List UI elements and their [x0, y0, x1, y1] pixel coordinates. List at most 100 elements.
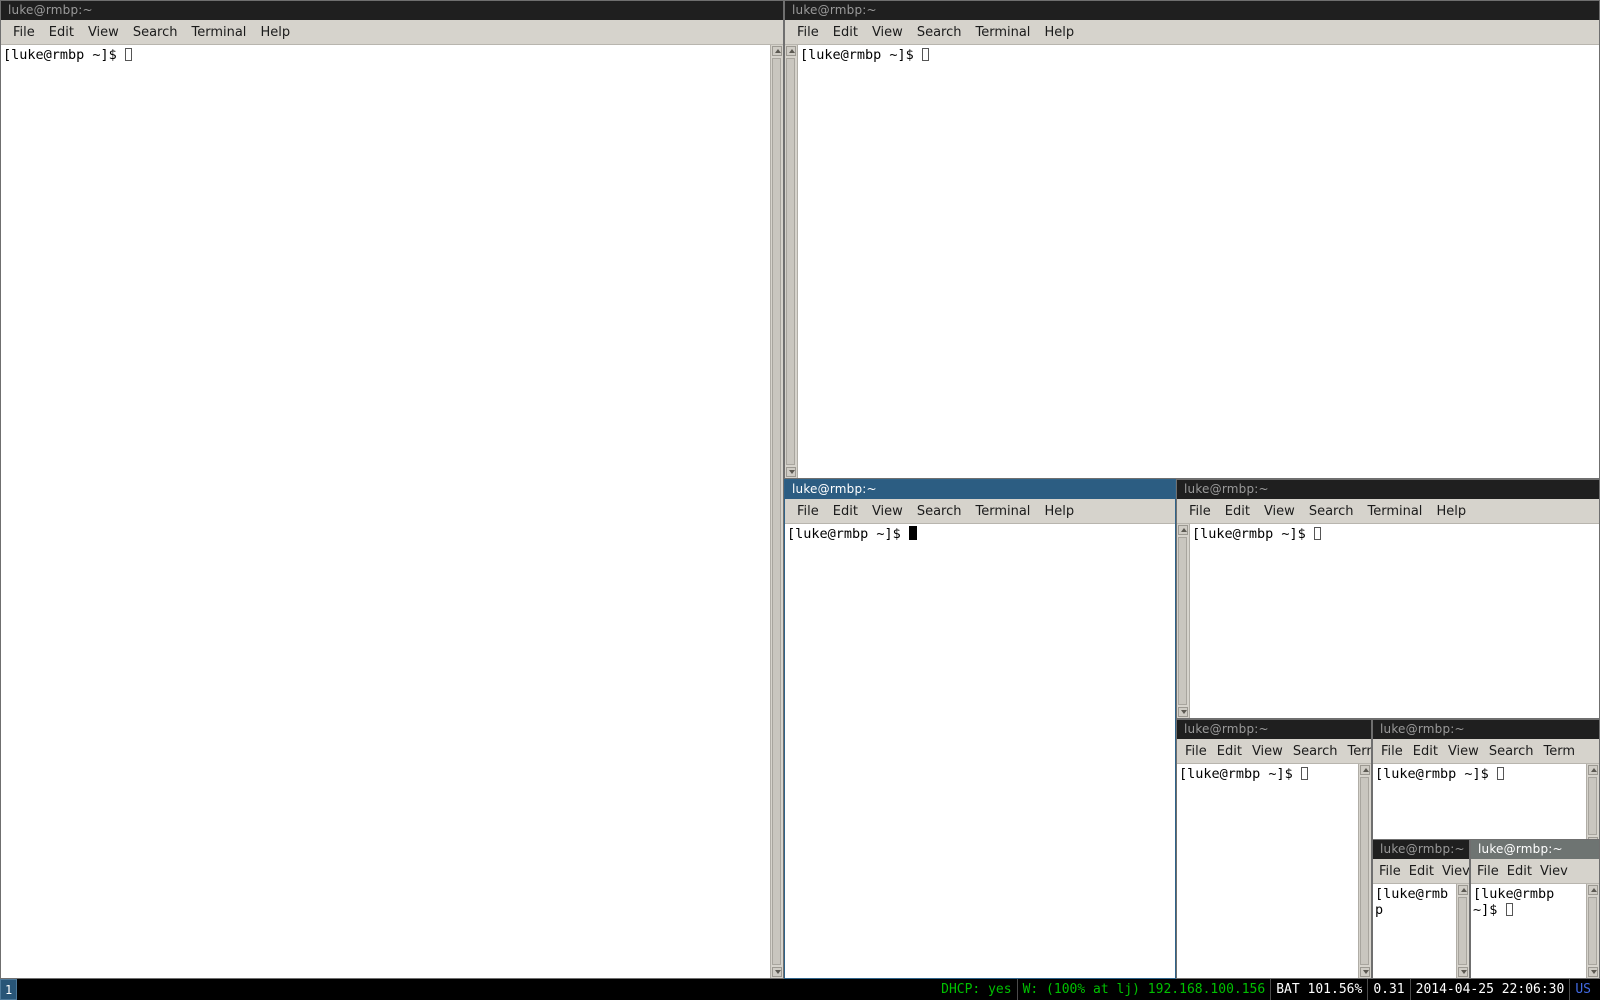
window-titlebar[interactable]: luke@rmbp:~ [1373, 840, 1469, 859]
menu-bar[interactable]: File Edit View Search Term [1177, 739, 1371, 764]
menu-bar[interactable]: File Edit View Search Term [1373, 739, 1599, 764]
menu-item-edit[interactable]: Edit [833, 504, 858, 519]
menu-item-file[interactable]: File [1477, 864, 1499, 879]
scroll-up-icon[interactable] [1588, 765, 1598, 775]
menu-bar[interactable]: File Edit View Search Terminal Help [1177, 499, 1599, 524]
menu-item-edit[interactable]: Edit [1217, 744, 1242, 759]
scroll-up-icon[interactable] [786, 46, 796, 56]
scroll-down-icon[interactable] [1360, 967, 1370, 977]
terminal-scrollbar[interactable] [1177, 524, 1190, 718]
scrollbar-thumb[interactable] [1178, 537, 1187, 705]
menu-item-terminal[interactable]: Terminal [191, 25, 246, 40]
window-titlebar[interactable]: luke@rmbp:~ [1177, 720, 1371, 739]
menu-item-search[interactable]: Search [1489, 744, 1534, 759]
window-titlebar[interactable]: luke@rmbp:~ [1471, 840, 1599, 859]
scrollbar-thumb[interactable] [1360, 777, 1369, 965]
menu-bar[interactable]: File Edit View Search Terminal Help [1, 20, 783, 45]
scroll-up-icon[interactable] [1178, 525, 1188, 535]
window-titlebar[interactable]: luke@rmbp:~ [785, 480, 1175, 499]
menu-item-search[interactable]: Search [1309, 504, 1354, 519]
menu-item-view[interactable]: Viev [1540, 864, 1568, 879]
menu-item-search[interactable]: Search [917, 25, 962, 40]
menu-item-view[interactable]: View [1252, 744, 1283, 759]
menu-item-view[interactable]: View [872, 504, 903, 519]
menu-item-edit[interactable]: Edit [1225, 504, 1250, 519]
scrollbar-thumb[interactable] [1588, 777, 1597, 835]
menu-item-view[interactable]: View [88, 25, 119, 40]
terminal-window-3-focused[interactable]: luke@rmbp:~ File Edit View Search Termin… [784, 479, 1176, 979]
scroll-down-icon[interactable] [786, 467, 796, 477]
scroll-up-icon[interactable] [1458, 885, 1468, 895]
scrollbar-thumb[interactable] [772, 58, 781, 965]
menu-item-view[interactable]: View [1264, 504, 1295, 519]
scrollbar-thumb[interactable] [786, 58, 795, 465]
scroll-up-icon[interactable] [772, 46, 782, 56]
terminal-window-7[interactable]: luke@rmbp:~ File Edit Viev [luke@rmbp [1372, 839, 1470, 979]
terminal-output[interactable]: [luke@rmbp ~]$ [1373, 764, 1586, 848]
menu-item-view[interactable]: View [872, 25, 903, 40]
window-titlebar[interactable]: luke@rmbp:~ [785, 1, 1599, 20]
terminal-window-5[interactable]: luke@rmbp:~ File Edit View Search Term [… [1176, 719, 1372, 979]
terminal-body[interactable]: [luke@rmbp [1373, 884, 1469, 978]
terminal-output[interactable]: [luke@rmbp ~]$ [1190, 524, 1599, 718]
menu-bar[interactable]: File Edit Viev [1471, 859, 1599, 884]
menu-item-edit[interactable]: Edit [1409, 864, 1434, 879]
menu-item-view[interactable]: Viev [1442, 864, 1469, 879]
menu-item-terminal[interactable]: Term [1543, 744, 1575, 759]
scroll-down-icon[interactable] [772, 967, 782, 977]
menu-item-file[interactable]: File [13, 25, 35, 40]
scroll-down-icon[interactable] [1178, 707, 1188, 717]
menu-item-terminal[interactable]: Terminal [975, 504, 1030, 519]
scroll-down-icon[interactable] [1588, 967, 1598, 977]
menu-item-terminal[interactable]: Term [1347, 744, 1371, 759]
terminal-body[interactable]: [luke@rmbp ~]$ [1177, 764, 1371, 978]
menu-item-terminal[interactable]: Terminal [975, 25, 1030, 40]
menu-bar[interactable]: File Edit Viev [1373, 859, 1469, 884]
terminal-window-4[interactable]: luke@rmbp:~ File Edit View Search Termin… [1176, 479, 1600, 719]
terminal-scrollbar[interactable] [785, 45, 798, 478]
menu-item-file[interactable]: File [797, 25, 819, 40]
menu-item-view[interactable]: View [1448, 744, 1479, 759]
terminal-scrollbar[interactable] [1586, 764, 1599, 848]
terminal-output[interactable]: [luke@rmbp ~]$ [1177, 764, 1358, 978]
window-titlebar[interactable]: luke@rmbp:~ [1373, 720, 1599, 739]
menu-item-file[interactable]: File [797, 504, 819, 519]
menu-item-file[interactable]: File [1189, 504, 1211, 519]
menu-item-help[interactable]: Help [1044, 504, 1074, 519]
terminal-body[interactable]: [luke@rmbp ~]$ [785, 524, 1175, 978]
terminal-scrollbar[interactable] [1586, 884, 1599, 978]
menu-item-edit[interactable]: Edit [1413, 744, 1438, 759]
menu-item-help[interactable]: Help [1044, 25, 1074, 40]
menu-item-edit[interactable]: Edit [1507, 864, 1532, 879]
window-titlebar[interactable]: luke@rmbp:~ [1177, 480, 1599, 499]
terminal-scrollbar[interactable] [770, 45, 783, 978]
menu-bar[interactable]: File Edit View Search Terminal Help [785, 499, 1175, 524]
terminal-scrollbar[interactable] [1456, 884, 1469, 978]
workspace-button-1[interactable]: 1 [0, 979, 18, 1000]
terminal-window-1[interactable]: luke@rmbp:~ File Edit View Search Termin… [0, 0, 784, 979]
terminal-body[interactable]: [luke@rmbp ~]$ [1, 45, 783, 978]
terminal-body[interactable]: [luke@rmbp ~]$ [1373, 764, 1599, 848]
terminal-output[interactable]: [luke@rmbp ~]$ [785, 524, 1175, 978]
scroll-down-icon[interactable] [1458, 967, 1468, 977]
window-titlebar[interactable]: luke@rmbp:~ [1, 1, 783, 20]
menu-item-edit[interactable]: Edit [833, 25, 858, 40]
menu-bar[interactable]: File Edit View Search Terminal Help [785, 20, 1599, 45]
menu-item-search[interactable]: Search [917, 504, 962, 519]
terminal-output[interactable]: [luke@rmbp ~]$ [1471, 884, 1586, 978]
workspace-list[interactable]: 1 [0, 979, 18, 1000]
terminal-window-6[interactable]: luke@rmbp:~ File Edit View Search Term [… [1372, 719, 1600, 849]
menu-item-search[interactable]: Search [133, 25, 178, 40]
menu-item-search[interactable]: Search [1293, 744, 1338, 759]
terminal-body[interactable]: [luke@rmbp ~]$ [1177, 524, 1599, 718]
scroll-up-icon[interactable] [1588, 885, 1598, 895]
menu-item-file[interactable]: File [1185, 744, 1207, 759]
terminal-body[interactable]: [luke@rmbp ~]$ [785, 45, 1599, 478]
terminal-body[interactable]: [luke@rmbp ~]$ [1471, 884, 1599, 978]
menu-item-edit[interactable]: Edit [49, 25, 74, 40]
terminal-output[interactable]: [luke@rmbp ~]$ [798, 45, 1599, 478]
menu-item-terminal[interactable]: Terminal [1367, 504, 1422, 519]
menu-item-help[interactable]: Help [1436, 504, 1466, 519]
terminal-window-2[interactable]: luke@rmbp:~ File Edit View Search Termin… [784, 0, 1600, 479]
menu-item-file[interactable]: File [1381, 744, 1403, 759]
